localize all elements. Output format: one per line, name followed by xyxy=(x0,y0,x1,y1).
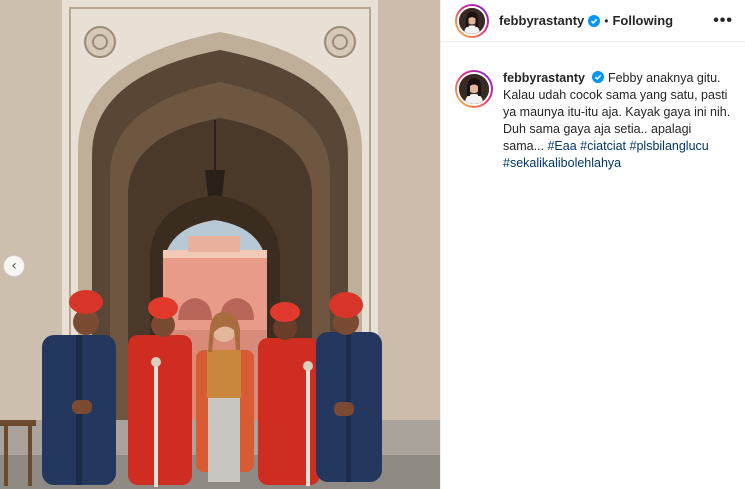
verified-badge-icon xyxy=(588,14,601,27)
chevron-left-icon: ‹ xyxy=(11,258,17,274)
post-side-panel: febbyrastanty • Following ••• febbyrasta… xyxy=(440,0,745,489)
caption-row: febbyrastanty Febby anaknya gitu. Kalau … xyxy=(441,42,745,172)
hashtag-link[interactable]: #Eaa xyxy=(547,139,576,153)
hashtag-link[interactable]: #ciatciat xyxy=(580,139,626,153)
header-separator: • xyxy=(604,13,609,28)
hashtag-link[interactable]: #plsbilanglucu xyxy=(630,139,709,153)
post-photo[interactable]: ‹ xyxy=(0,0,440,489)
verified-badge-icon xyxy=(592,71,605,83)
caption-username[interactable]: febbyrastanty xyxy=(503,71,585,85)
header-avatar[interactable] xyxy=(455,3,489,38)
post-header: febbyrastanty • Following ••• xyxy=(441,0,745,42)
caption-avatar[interactable] xyxy=(455,70,493,108)
photo-illustration xyxy=(0,0,440,489)
header-username[interactable]: febbyrastanty xyxy=(499,13,584,28)
following-button[interactable]: Following xyxy=(612,13,673,28)
carousel-prev-button[interactable]: ‹ xyxy=(3,255,25,277)
hashtag-link[interactable]: #sekalikalibolehlahya xyxy=(503,156,621,170)
caption-text: febbyrastanty Febby anaknya gitu. Kalau … xyxy=(503,70,733,172)
more-options-icon[interactable]: ••• xyxy=(713,12,733,30)
